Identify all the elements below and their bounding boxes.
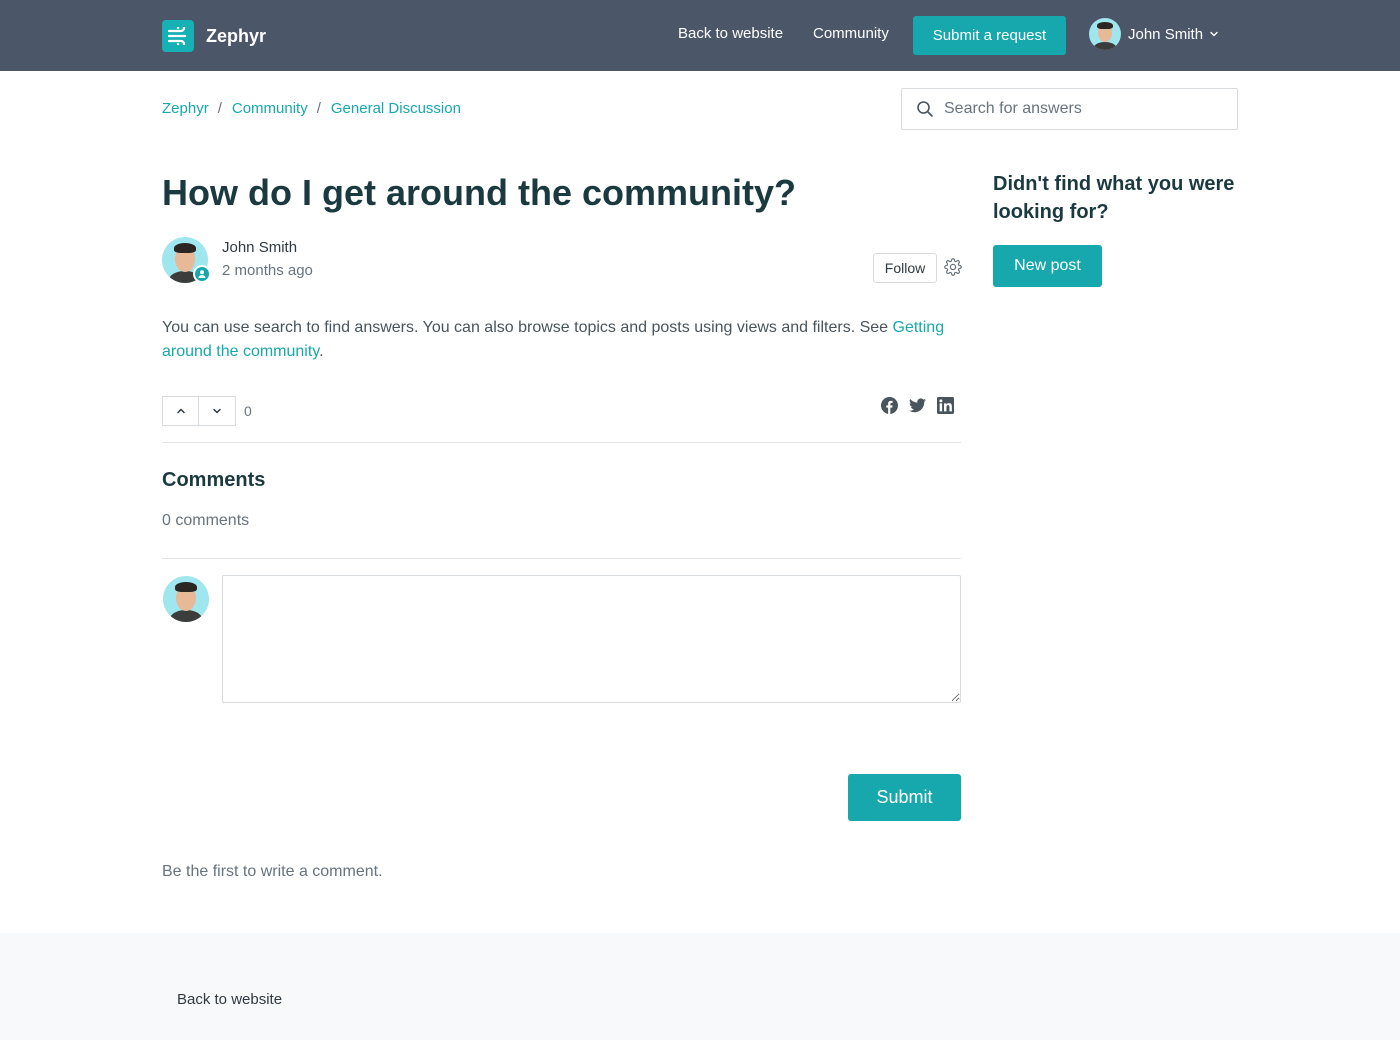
search-icon	[917, 101, 933, 117]
commenter-avatar	[163, 576, 209, 622]
breadcrumb-zephyr[interactable]: Zephyr	[162, 100, 209, 117]
author-name[interactable]: John Smith	[222, 239, 313, 256]
chevron-down-icon	[1210, 31, 1218, 37]
sidebar-heading: Didn't find what you were looking for?	[993, 173, 1235, 223]
post-body: You can use search to find answers. You …	[162, 319, 945, 360]
wind-logo-icon	[162, 20, 194, 52]
user-name: John Smith	[1128, 25, 1204, 43]
empty-comments-message: Be the first to write a comment.	[162, 863, 383, 880]
comment-textarea[interactable]	[222, 575, 961, 703]
user-avatar	[1089, 18, 1121, 50]
breadcrumb: Zephyr / Community / General Discussion	[162, 100, 461, 117]
post-title: How do I get around the community?	[162, 172, 796, 213]
post-author: John Smith 2 months ago	[162, 237, 313, 283]
nav-back-to-website[interactable]: Back to website	[678, 25, 783, 42]
downvote-button[interactable]	[199, 396, 236, 426]
submit-comment-button[interactable]: Submit	[848, 774, 961, 821]
section-divider	[162, 442, 961, 443]
brand-logo[interactable]: Zephyr	[162, 20, 266, 52]
chevron-down-icon	[213, 408, 221, 414]
vote-count: 0	[244, 403, 252, 419]
chevron-up-icon	[176, 408, 185, 414]
gear-icon[interactable]	[944, 258, 962, 276]
comments-heading: Comments	[162, 469, 266, 491]
page-footer: Back to website	[0, 933, 1400, 1040]
facebook-icon[interactable]	[880, 396, 898, 414]
breadcrumb-separator: /	[217, 100, 222, 117]
new-post-button[interactable]: New post	[993, 245, 1102, 287]
vote-controls: 0	[162, 396, 252, 426]
user-menu[interactable]: John Smith	[1089, 18, 1219, 50]
search-input[interactable]	[944, 100, 1224, 118]
twitter-icon[interactable]	[908, 396, 926, 414]
post-timestamp: 2 months ago	[222, 262, 313, 279]
breadcrumb-community[interactable]: Community	[232, 100, 308, 117]
comments-count: 0 comments	[162, 512, 250, 529]
section-divider	[162, 558, 961, 559]
brand-name: Zephyr	[206, 25, 267, 46]
nav-community[interactable]: Community	[813, 25, 889, 42]
top-header: Zephyr Back to website Community Submit …	[0, 0, 1400, 71]
linkedin-icon[interactable]	[936, 396, 954, 414]
follow-button[interactable]: Follow	[873, 253, 937, 283]
submit-request-button[interactable]: Submit a request	[913, 16, 1066, 55]
search-box[interactable]	[901, 88, 1238, 130]
footer-back-to-website[interactable]: Back to website	[177, 991, 282, 1008]
share-links	[880, 396, 964, 414]
breadcrumb-general-discussion[interactable]: General Discussion	[331, 100, 461, 117]
upvote-button[interactable]	[162, 396, 199, 426]
breadcrumb-separator: /	[316, 100, 321, 117]
user-badge-icon	[193, 265, 211, 283]
